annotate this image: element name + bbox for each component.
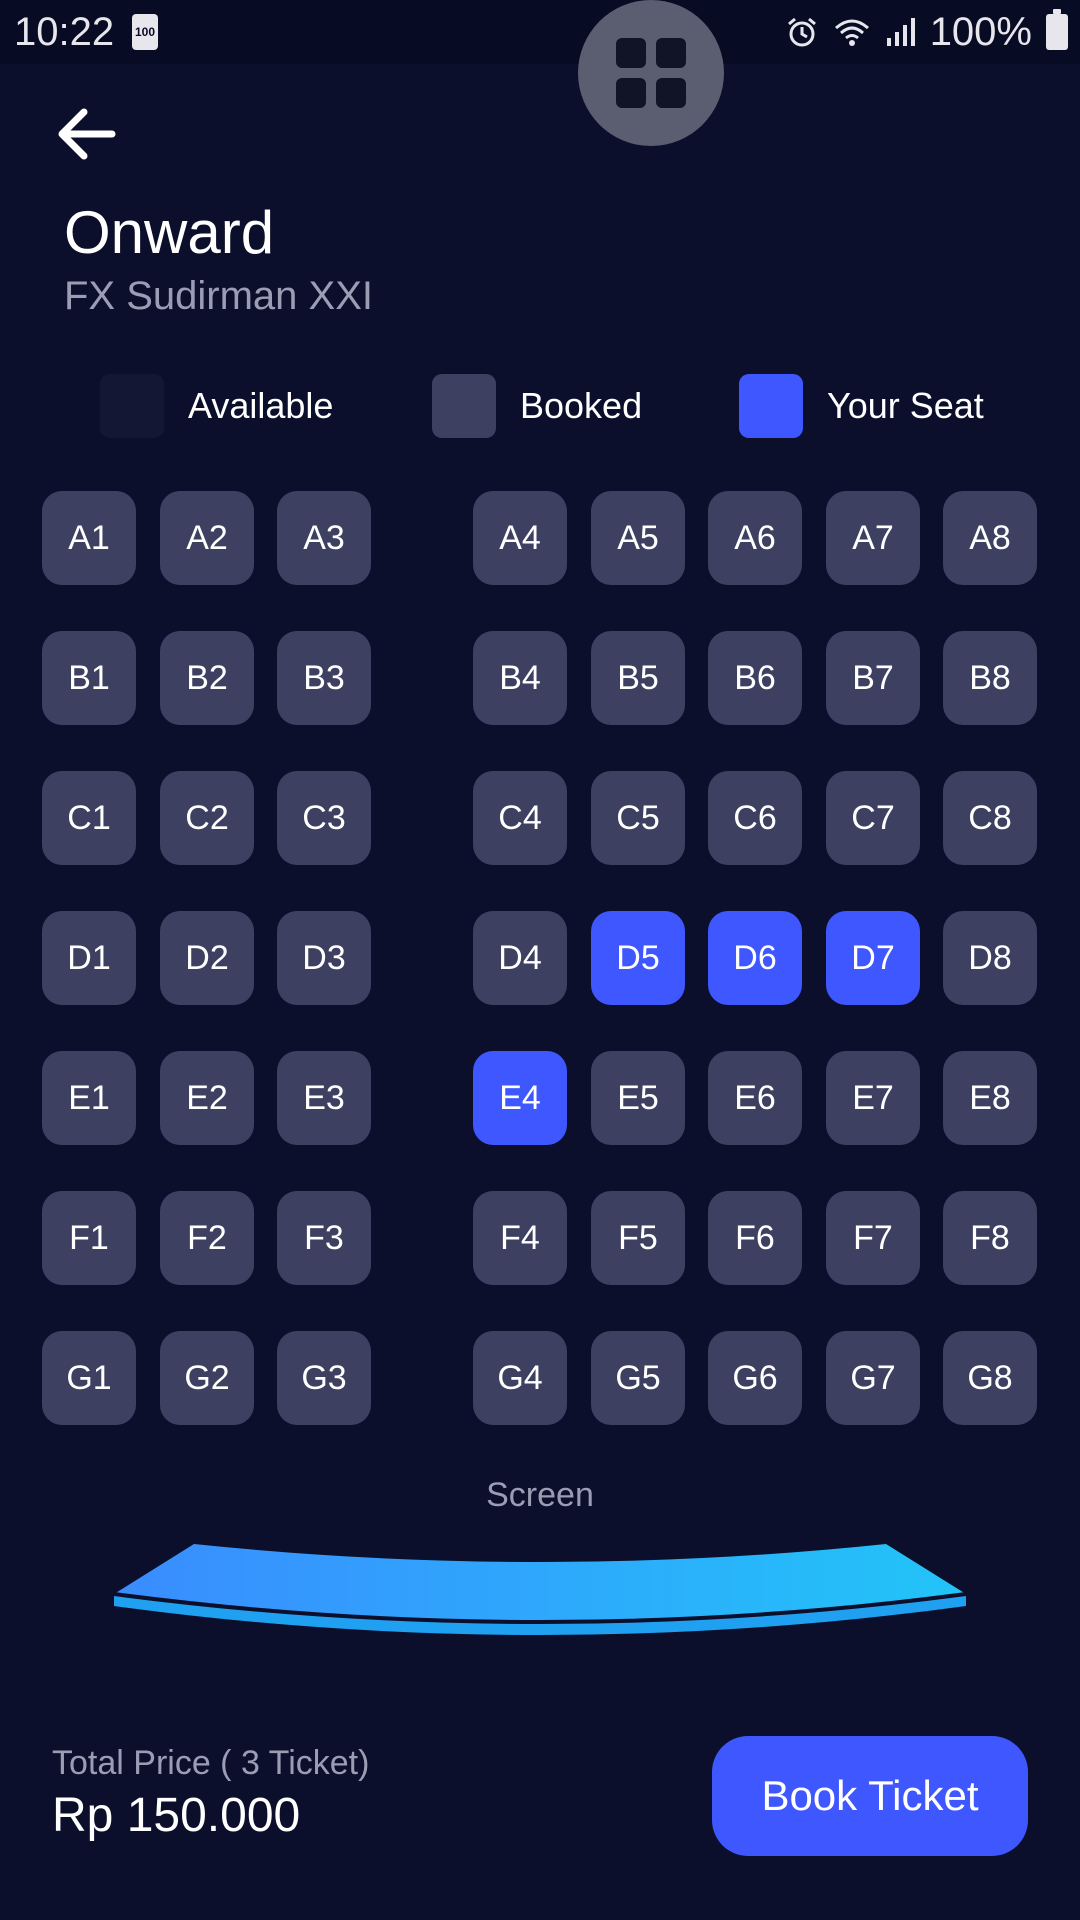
seat-a4[interactable]: A4 [473,491,567,585]
seat-b2[interactable]: B2 [160,631,254,725]
total-price-caption: Total Price ( 3 Ticket) [52,1744,370,1782]
seat-f3[interactable]: F3 [277,1191,371,1285]
seat-d5[interactable]: D5 [591,911,685,1005]
seat-b1[interactable]: B1 [42,631,136,725]
seat-e6[interactable]: E6 [708,1051,802,1145]
seat-f1[interactable]: F1 [42,1191,136,1285]
seat-c6[interactable]: C6 [708,771,802,865]
total-price-value: Rp 150.000 [52,1789,301,1842]
seat-a3[interactable]: A3 [277,491,371,585]
seat-e1[interactable]: E1 [42,1051,136,1145]
seat-d3[interactable]: D3 [277,911,371,1005]
seat-e8[interactable]: E8 [943,1051,1037,1145]
seat-d6[interactable]: D6 [708,911,802,1005]
seat-a2[interactable]: A2 [160,491,254,585]
seat-c4[interactable]: C4 [473,771,567,865]
seat-a6[interactable]: A6 [708,491,802,585]
seat-f2[interactable]: F2 [160,1191,254,1285]
seat-f7[interactable]: F7 [826,1191,920,1285]
seat-f8[interactable]: F8 [943,1191,1037,1285]
seat-e5[interactable]: E5 [591,1051,685,1145]
book-ticket-button[interactable]: Book Ticket [712,1736,1028,1856]
seat-c1[interactable]: C1 [42,771,136,865]
seat-g1[interactable]: G1 [42,1331,136,1425]
seat-g6[interactable]: G6 [708,1331,802,1425]
seat-a8[interactable]: A8 [943,491,1037,585]
screen-label: Screen [486,1476,594,1514]
cinema-screen-graphic [113,1544,967,1635]
seat-d8[interactable]: D8 [943,911,1037,1005]
seat-c7[interactable]: C7 [826,771,920,865]
seat-f4[interactable]: F4 [473,1191,567,1285]
seat-a1[interactable]: A1 [42,491,136,585]
seat-c2[interactable]: C2 [160,771,254,865]
seat-c8[interactable]: C8 [943,771,1037,865]
seat-c5[interactable]: C5 [591,771,685,865]
seat-g5[interactable]: G5 [591,1331,685,1425]
seat-d7[interactable]: D7 [826,911,920,1005]
seat-a5[interactable]: A5 [591,491,685,585]
seat-g8[interactable]: G8 [943,1331,1037,1425]
seat-d2[interactable]: D2 [160,911,254,1005]
seat-c3[interactable]: C3 [277,771,371,865]
seat-e3[interactable]: E3 [277,1051,371,1145]
seat-b7[interactable]: B7 [826,631,920,725]
seat-b5[interactable]: B5 [591,631,685,725]
seat-b3[interactable]: B3 [277,631,371,725]
seat-f6[interactable]: F6 [708,1191,802,1285]
seat-e4[interactable]: E4 [473,1051,567,1145]
seat-g2[interactable]: G2 [160,1331,254,1425]
seat-a7[interactable]: A7 [826,491,920,585]
seat-f5[interactable]: F5 [591,1191,685,1285]
seat-d4[interactable]: D4 [473,911,567,1005]
seat-g3[interactable]: G3 [277,1331,371,1425]
seat-d1[interactable]: D1 [42,911,136,1005]
seat-e2[interactable]: E2 [160,1051,254,1145]
seat-g4[interactable]: G4 [473,1331,567,1425]
seat-g7[interactable]: G7 [826,1331,920,1425]
seat-b4[interactable]: B4 [473,631,567,725]
seat-b8[interactable]: B8 [943,631,1037,725]
seat-e7[interactable]: E7 [826,1051,920,1145]
seat-b6[interactable]: B6 [708,631,802,725]
